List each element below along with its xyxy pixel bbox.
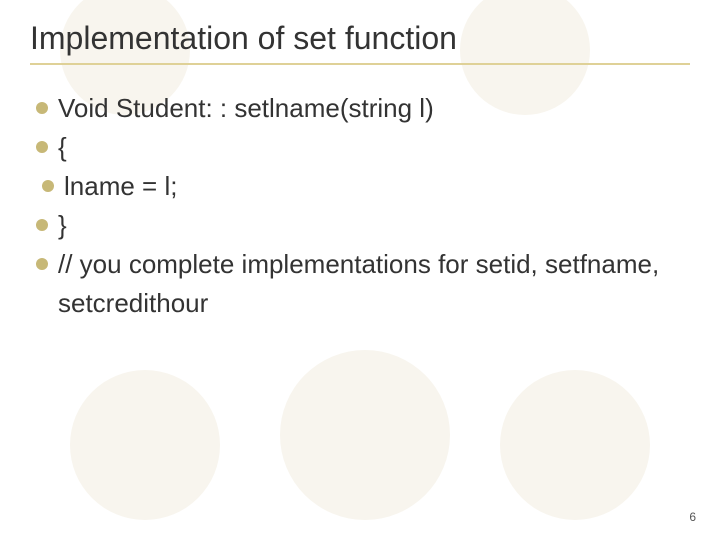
list-item: Void Student: : setlname(string l) (36, 89, 690, 128)
page-number: 6 (689, 510, 696, 524)
bullet-icon (36, 258, 48, 270)
slide: Implementation of set function Void Stud… (0, 0, 720, 540)
bullet-icon (36, 102, 48, 114)
list-item: { (36, 128, 690, 167)
list-text: Void Student: : setlname(string l) (58, 89, 690, 128)
list-item: } (36, 206, 690, 245)
bullet-icon (36, 219, 48, 231)
list-text: } (58, 206, 690, 245)
list-text: lname = l; (64, 167, 690, 206)
list-text: // you complete implementations for seti… (58, 245, 690, 323)
bullet-icon (42, 180, 54, 192)
title-rule (30, 63, 690, 65)
list-item: lname = l; (36, 167, 690, 206)
slide-title: Implementation of set function (30, 20, 690, 57)
list-text: { (58, 128, 690, 167)
slide-body: Void Student: : setlname(string l) { lna… (30, 89, 690, 323)
list-item: // you complete implementations for seti… (36, 245, 690, 323)
bullet-icon (36, 141, 48, 153)
